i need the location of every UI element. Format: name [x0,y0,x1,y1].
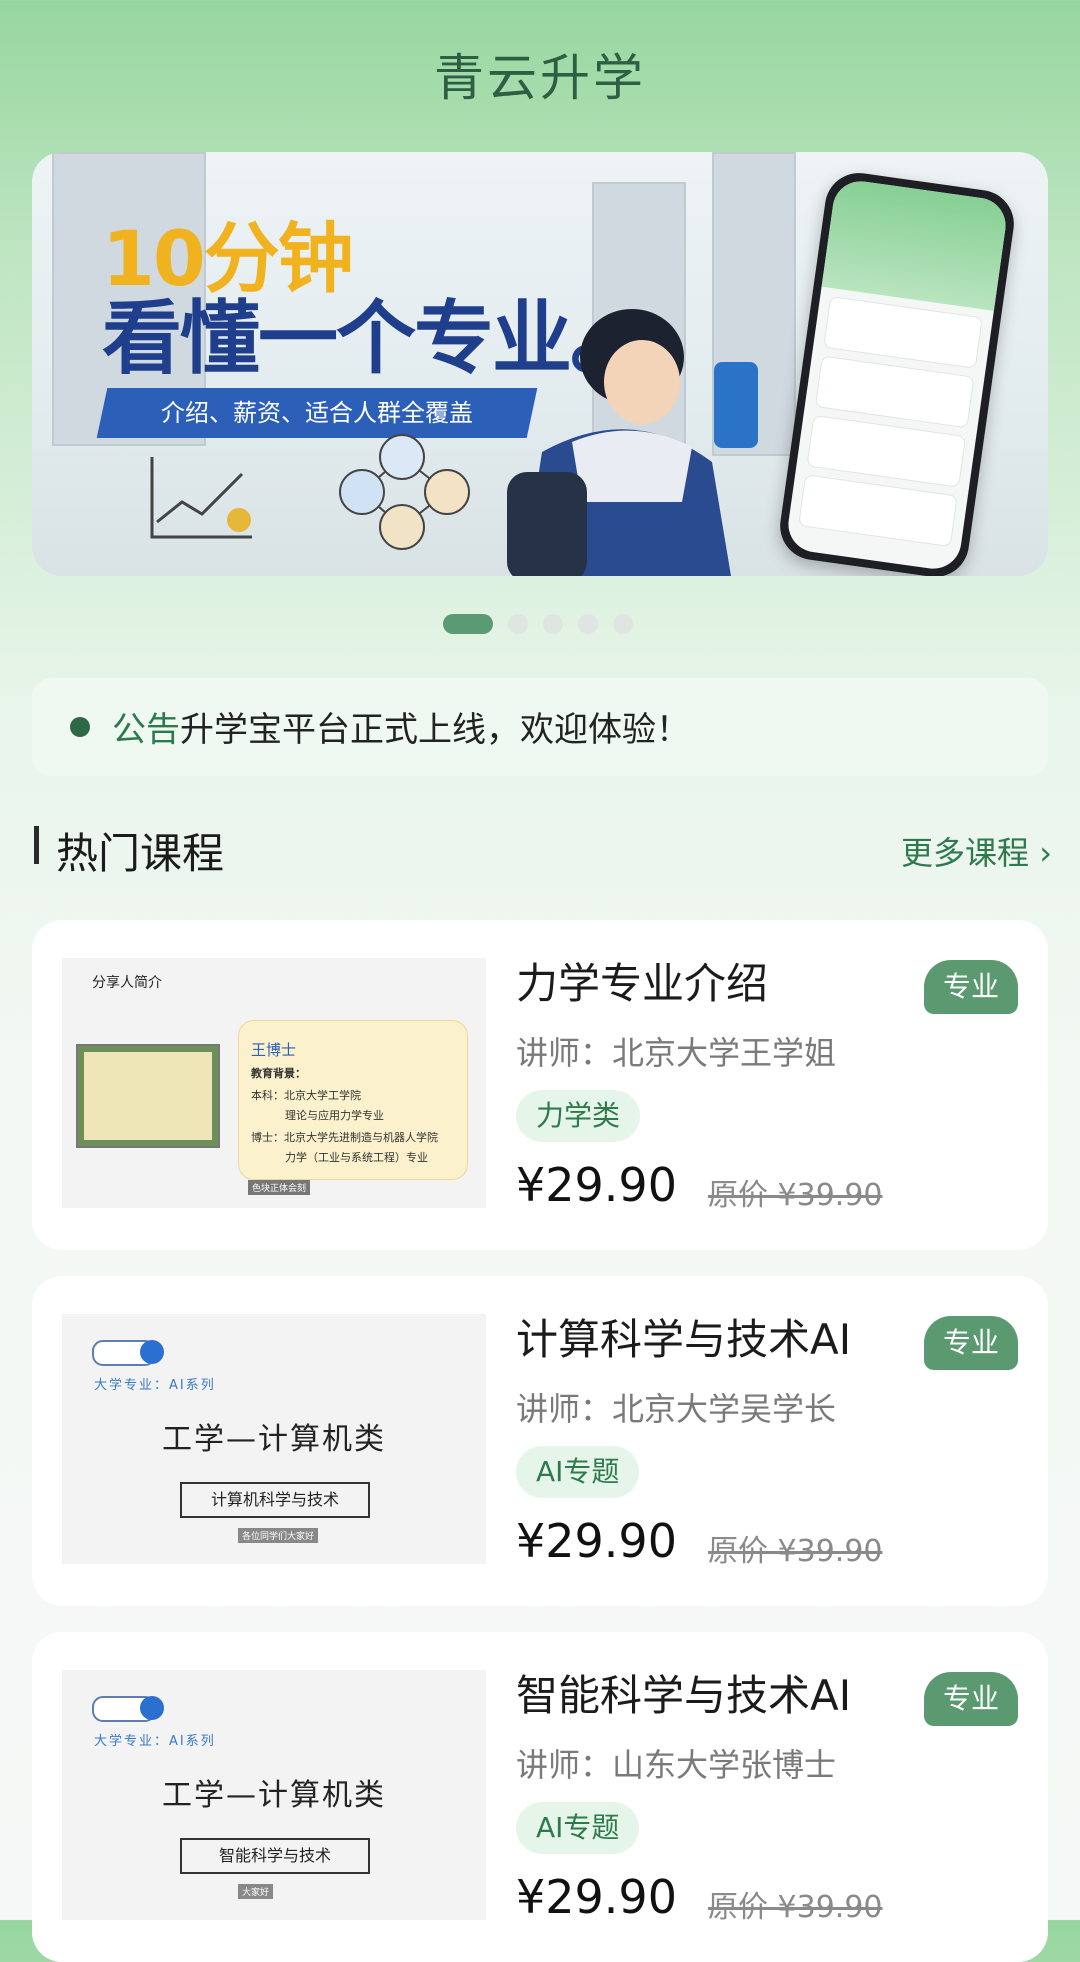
course-badge: 专业 [924,1672,1018,1726]
banner-subtitle: 介绍、薪资、适合人群全覆盖 [161,399,473,427]
course-category-tag: 力学类 [516,1090,641,1142]
course-category-tag: AI专题 [516,1446,640,1498]
announcement-tag: 公告 [112,710,180,750]
course-badge: 专业 [924,960,1018,1014]
thumb-subtitle: 大学专业：AI系列 [94,1378,216,1393]
announcement-dot-icon [70,717,90,737]
banner-subtitle-strip: 介绍、薪资、适合人群全覆盖 [96,388,538,438]
student-illustration [507,309,758,576]
thumb-major: 计算机科学与技术 [180,1482,370,1518]
profile-line: 力学（工业与系统工程）专业 [285,1151,428,1164]
carousel-indicator [0,612,1080,636]
announcement-bar[interactable]: 公告 升学宝平台正式上线，欢迎体验！ [32,678,1048,776]
thumb-major: 智能科学与技术 [180,1838,370,1874]
promo-banner[interactable]: 10分钟 看懂一个专业。 介绍、薪资、适合人群全覆盖 [32,152,1048,576]
course-original-price: 原价 ¥39.90 [708,1890,883,1925]
certificate-image [76,1044,220,1148]
course-card[interactable]: 大学专业：AI系列 工学—计算机类 智能科学与技术 大家好 智能科学与技术AI … [32,1632,1048,1962]
app-title: 青云升学 [434,49,646,107]
course-thumbnail: 大学专业：AI系列 工学—计算机类 智能科学与技术 大家好 [62,1670,486,1920]
course-title: 力学专业介绍 [516,959,769,1008]
profile-line: 博士：北京大学先进制造与机器人学院 [251,1131,438,1144]
growth-chart-icon [150,457,252,539]
course-price: ¥29.90 [516,1870,677,1924]
course-card[interactable]: 分享人简介 王博士 教育背景： 本科：北京大学工学院 理论与应用力学专业 博士：… [32,920,1048,1250]
course-category-tag: AI专题 [516,1802,640,1854]
carousel-dot[interactable] [578,614,598,634]
course-teacher: 讲师：山东大学张博士 [516,1746,837,1784]
course-title: 计算科学与技术AI [516,1315,852,1364]
course-card[interactable]: 大学专业：AI系列 工学—计算机类 计算机科学与技术 各位同学们大家好 计算科学… [32,1276,1048,1606]
course-thumbnail: 大学专业：AI系列 工学—计算机类 计算机科学与技术 各位同学们大家好 [62,1314,486,1564]
course-original-price: 原价 ¥39.90 [708,1534,883,1569]
thumb-heading: 分享人简介 [92,975,162,991]
carousel-dot[interactable] [543,614,563,634]
course-thumbnail: 分享人简介 王博士 教育背景： 本科：北京大学工学院 理论与应用力学专业 博士：… [62,958,486,1208]
thumb-title: 工学—计算机类 [162,1778,386,1813]
section-title: 热门课程 [56,829,225,878]
thumb-title: 工学—计算机类 [162,1422,386,1457]
course-price: ¥29.90 [516,1158,677,1212]
carousel-dot[interactable] [613,614,633,634]
carousel-dot[interactable] [508,614,528,634]
course-teacher: 讲师：北京大学王学姐 [516,1034,837,1072]
profile-card: 王博士 教育背景： 本科：北京大学工学院 理论与应用力学专业 博士：北京大学先进… [238,1020,468,1180]
thumb-caption: 色块正体会刻 [248,1180,311,1195]
profile-line: 教育背景： [251,1067,306,1080]
section-marker [34,826,39,864]
carousel-dot-active[interactable] [443,614,493,634]
course-title: 智能科学与技术AI [516,1671,852,1720]
profile-line: 本科：北京大学工学院 [251,1089,361,1102]
course-price: ¥29.90 [516,1514,677,1568]
course-original-price: 原价 ¥39.90 [708,1178,883,1213]
course-teacher: 讲师：北京大学吴学长 [516,1390,837,1428]
thumb-subtitle: 大学专业：AI系列 [94,1734,216,1749]
profile-name: 王博士 [251,1041,297,1059]
profile-line: 理论与应用力学专业 [285,1109,384,1122]
thumb-caption: 各位同学们大家好 [238,1528,319,1543]
phone-mockup [775,168,1019,576]
people-network-icon [339,434,470,550]
thumb-caption: 大家好 [238,1884,274,1899]
course-badge: 专业 [924,1316,1018,1370]
announcement-text: 升学宝平台正式上线，欢迎体验！ [180,710,690,750]
toggle-graphic [92,1340,164,1366]
toggle-graphic [92,1696,164,1722]
more-courses-link[interactable]: 更多课程 › [901,828,1052,874]
